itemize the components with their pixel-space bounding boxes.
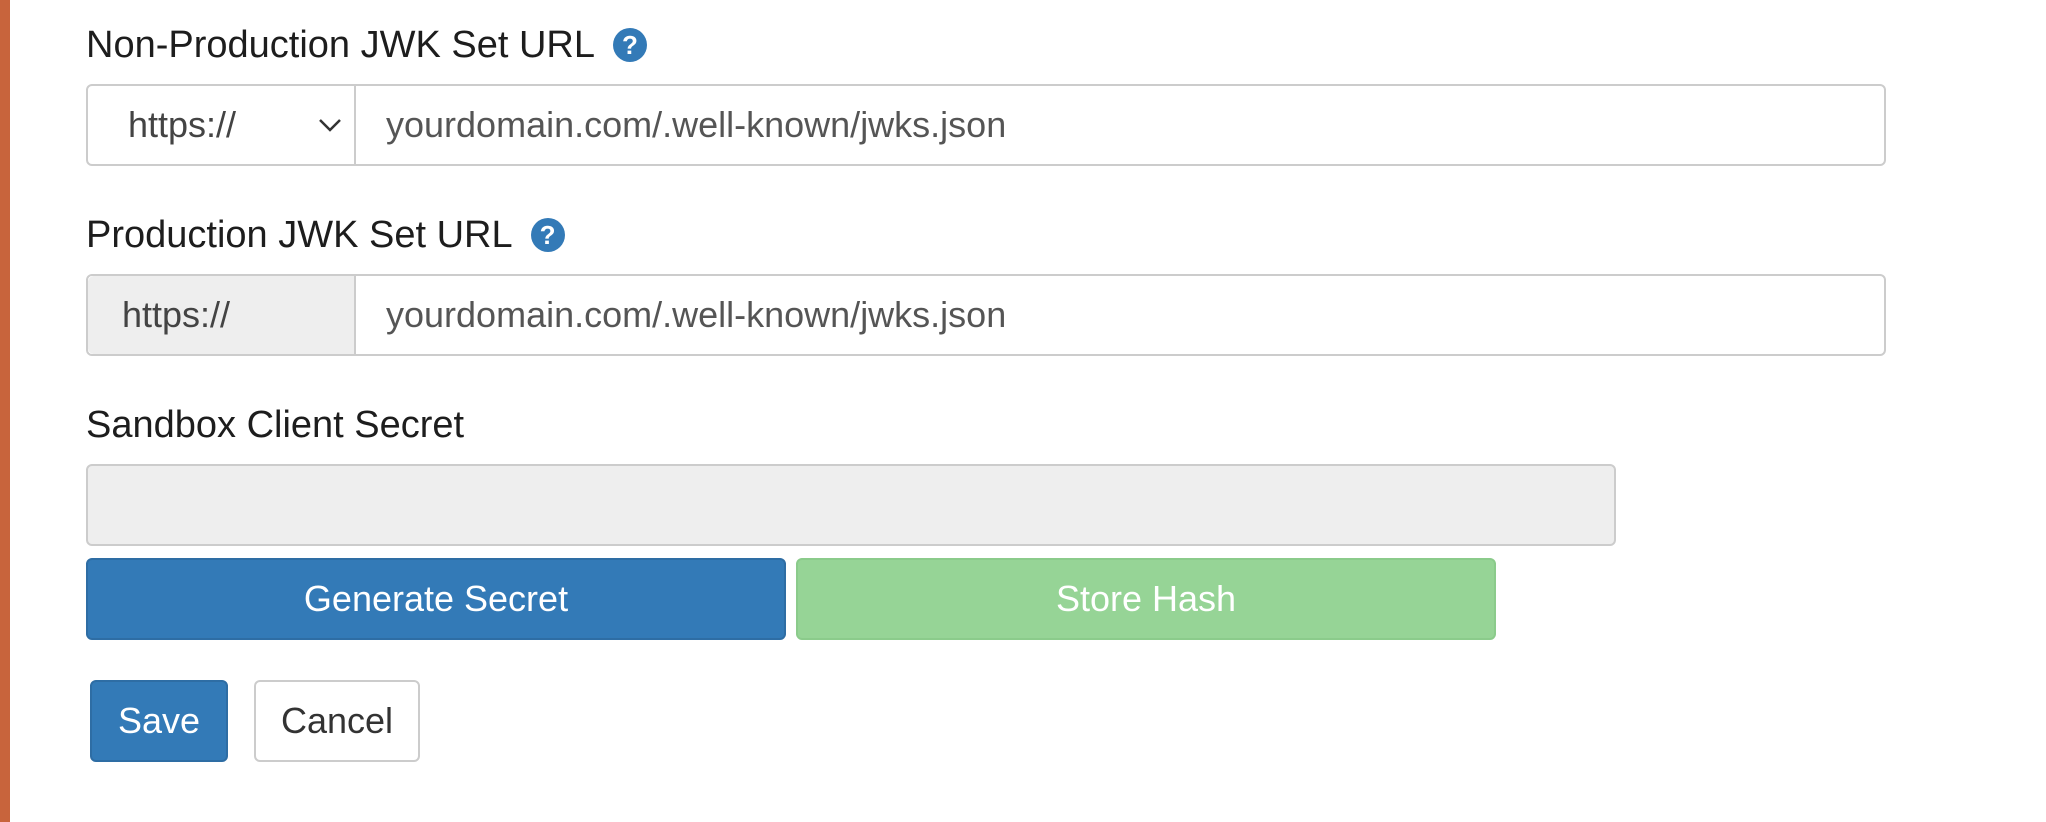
question-circle-icon[interactable]: ? [612,28,647,62]
nonprod-jwk-url-placeholder: yourdomain.com/.well-known/jwks.json [386,104,1007,145]
nonprod-jwk-label-row: Non-Production JWK Set URL ? [86,20,647,70]
prod-protocol-value: https:// [122,294,231,335]
prod-jwk-label: Production JWK Set URL [86,213,513,256]
save-button[interactable]: Save [90,680,228,762]
nonprod-jwk-url-input[interactable]: yourdomain.com/.well-known/jwks.json [356,86,1884,164]
prod-jwk-label-row: Production JWK Set URL ? [86,210,565,260]
prod-jwk-input-group: https:// yourdomain.com/.well-known/jwks… [86,274,1886,356]
sandbox-secret-label: Sandbox Client Secret [86,403,465,446]
sandbox-secret-label-row: Sandbox Client Secret [86,400,464,450]
nonprod-protocol-value: https:// [128,104,237,145]
question-circle-icon[interactable]: ? [530,218,565,252]
save-label: Save [117,700,201,741]
nonprod-jwk-label: Non-Production JWK Set URL [86,23,595,66]
left-edge-stripe [0,0,10,822]
generate-secret-button[interactable]: Generate Secret [86,558,786,640]
store-hash-label: Store Hash [1055,578,1237,619]
sandbox-secret-input[interactable] [86,464,1616,546]
generate-secret-label: Generate Secret [303,578,569,619]
cancel-button[interactable]: Cancel [254,680,420,762]
prod-jwk-url-placeholder: yourdomain.com/.well-known/jwks.json [386,294,1007,335]
prod-protocol-addon: https:// [88,276,356,354]
cancel-label: Cancel [280,700,394,741]
nonprod-protocol-select[interactable]: https:// [88,86,356,164]
prod-jwk-url-input[interactable]: yourdomain.com/.well-known/jwks.json [356,276,1884,354]
store-hash-button[interactable]: Store Hash [796,558,1496,640]
chevron-down-icon [319,119,341,132]
nonprod-jwk-input-group: https:// yourdomain.com/.well-known/jwks… [86,84,1886,166]
